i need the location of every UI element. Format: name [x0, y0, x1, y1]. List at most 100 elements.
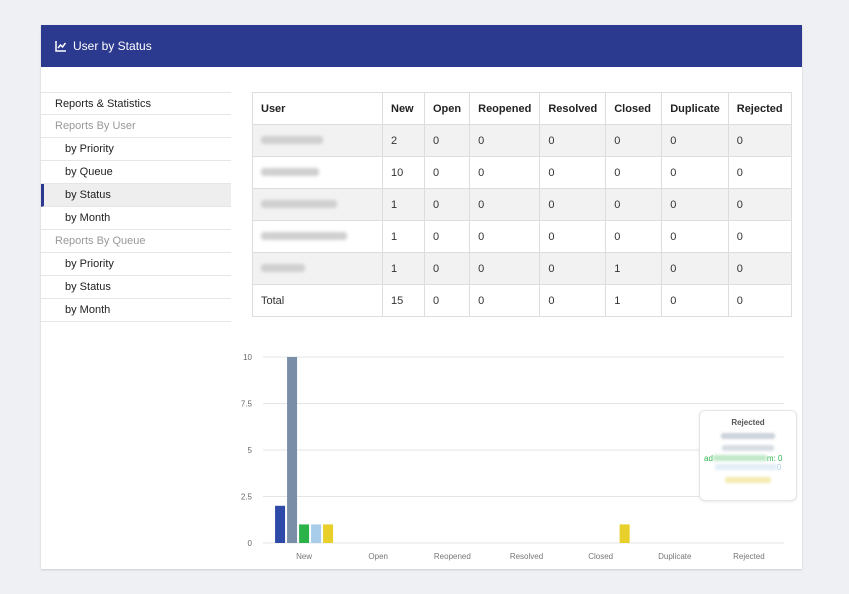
nav-user-by-priority[interactable]: by Priority [41, 138, 231, 161]
user-cell [252, 252, 383, 285]
count-cell: 0 [469, 188, 541, 221]
total-cell: 0 [423, 284, 471, 317]
nav-user-by-queue[interactable]: by Queue [41, 161, 231, 184]
col-duplicate: Duplicate [661, 92, 729, 125]
nav-group-by-queue: Reports By Queue [41, 230, 231, 253]
count-cell: 2 [382, 124, 425, 157]
total-label: Total [252, 284, 383, 317]
count-cell: 0 [661, 252, 729, 285]
card-header: User by Status [41, 25, 802, 67]
bar[interactable] [311, 524, 322, 543]
card-title: User by Status [73, 39, 152, 53]
col-closed: Closed [605, 92, 663, 125]
bar[interactable] [323, 524, 334, 543]
report-card: User by Status Reports & Statistics Repo… [41, 25, 802, 569]
count-cell: 0 [605, 156, 663, 189]
count-cell: 0 [423, 220, 471, 253]
count-cell: 0 [539, 252, 607, 285]
chart-tooltip: Rejected ad m: 0 0 [699, 410, 797, 501]
table-row: 10 0 0 0 0 0 0 [252, 156, 792, 189]
nav-queue-by-month[interactable]: by Month [41, 299, 231, 322]
col-user: User [252, 92, 383, 125]
tooltip-fragment-zero: 0 [776, 462, 782, 472]
count-cell: 0 [469, 156, 541, 189]
bar[interactable] [299, 524, 310, 543]
report-nav: Reports & Statistics Reports By User by … [41, 92, 231, 322]
count-cell: 0 [539, 188, 607, 221]
count-cell: 0 [661, 188, 729, 221]
y-tick-label: 5 [248, 446, 253, 455]
count-cell: 0 [661, 220, 729, 253]
total-cell: 0 [539, 284, 607, 317]
x-tick-label: Closed [588, 552, 613, 561]
status-table: User New Open Reopened Resolved Closed D… [252, 92, 792, 317]
count-cell: 1 [382, 252, 425, 285]
table-row: 1000000 [252, 188, 792, 221]
count-cell: 0 [605, 188, 663, 221]
count-cell: 0 [727, 252, 792, 285]
nav-user-by-status[interactable]: by Status [41, 184, 231, 207]
count-cell: 1 [382, 220, 425, 253]
total-cell: 0 [661, 284, 729, 317]
tooltip-line [721, 433, 775, 439]
tooltip-line [722, 445, 774, 451]
x-tick-label: Resolved [510, 552, 543, 561]
count-cell: 0 [469, 220, 541, 253]
user-cell [252, 188, 383, 221]
bar[interactable] [619, 524, 630, 543]
count-cell: 0 [469, 124, 541, 157]
redacted-username [261, 231, 347, 240]
table-total-row: Total 15 0 0 0 1 0 0 [252, 284, 792, 317]
nav-user-by-month[interactable]: by Month [41, 207, 231, 230]
count-cell: 0 [539, 124, 607, 157]
line-chart-icon [55, 41, 67, 52]
count-cell: 1 [382, 188, 425, 221]
x-tick-label: Reopened [434, 552, 471, 561]
nav-reports-statistics[interactable]: Reports & Statistics [41, 92, 231, 115]
count-cell: 0 [727, 188, 792, 221]
table-header-row: User New Open Reopened Resolved Closed D… [252, 92, 792, 125]
tooltip-redacted [714, 464, 777, 470]
x-tick-label: Rejected [733, 552, 765, 561]
nav-group-by-user: Reports By User [41, 115, 231, 138]
tooltip-blue-line: 0 [700, 462, 796, 472]
bar[interactable] [275, 505, 286, 543]
nav-queue-by-status[interactable]: by Status [41, 276, 231, 299]
x-tick-label: Duplicate [658, 552, 692, 561]
count-cell: 0 [423, 188, 471, 221]
count-cell: 0 [423, 252, 471, 285]
tooltip-green-line: ad m: 0 [700, 453, 796, 463]
tooltip-redacted [712, 455, 767, 461]
count-cell: 0 [539, 220, 607, 253]
total-cell: 0 [727, 284, 792, 317]
col-open: Open [423, 92, 471, 125]
col-resolved: Resolved [539, 92, 607, 125]
user-cell [252, 220, 383, 253]
count-cell: 0 [727, 124, 792, 157]
count-cell: 0 [423, 156, 471, 189]
count-cell: 0 [661, 156, 729, 189]
col-new: New [382, 92, 425, 125]
redacted-username [261, 135, 323, 144]
redacted-username [261, 263, 305, 272]
bar[interactable] [287, 357, 298, 543]
y-tick-label: 7.5 [241, 400, 253, 409]
count-cell: 0 [539, 156, 607, 189]
total-cell: 15 [382, 284, 425, 317]
count-cell: 0 [423, 124, 471, 157]
y-tick-label: 10 [243, 353, 252, 362]
col-rejected: Rejected [727, 92, 792, 125]
user-cell [252, 156, 383, 189]
total-cell: 0 [469, 284, 541, 317]
redacted-username [261, 199, 337, 208]
col-reopened: Reopened [469, 92, 541, 125]
tooltip-fragment: ad [704, 453, 713, 463]
count-cell: 1 [605, 252, 663, 285]
count-cell: 0 [605, 220, 663, 253]
nav-queue-by-priority[interactable]: by Priority [41, 253, 231, 276]
tooltip-fragment-tail: m: 0 [766, 453, 783, 463]
x-tick-label: New [296, 552, 312, 561]
count-cell: 0 [469, 252, 541, 285]
total-cell: 1 [605, 284, 663, 317]
y-tick-label: 0 [248, 539, 253, 548]
